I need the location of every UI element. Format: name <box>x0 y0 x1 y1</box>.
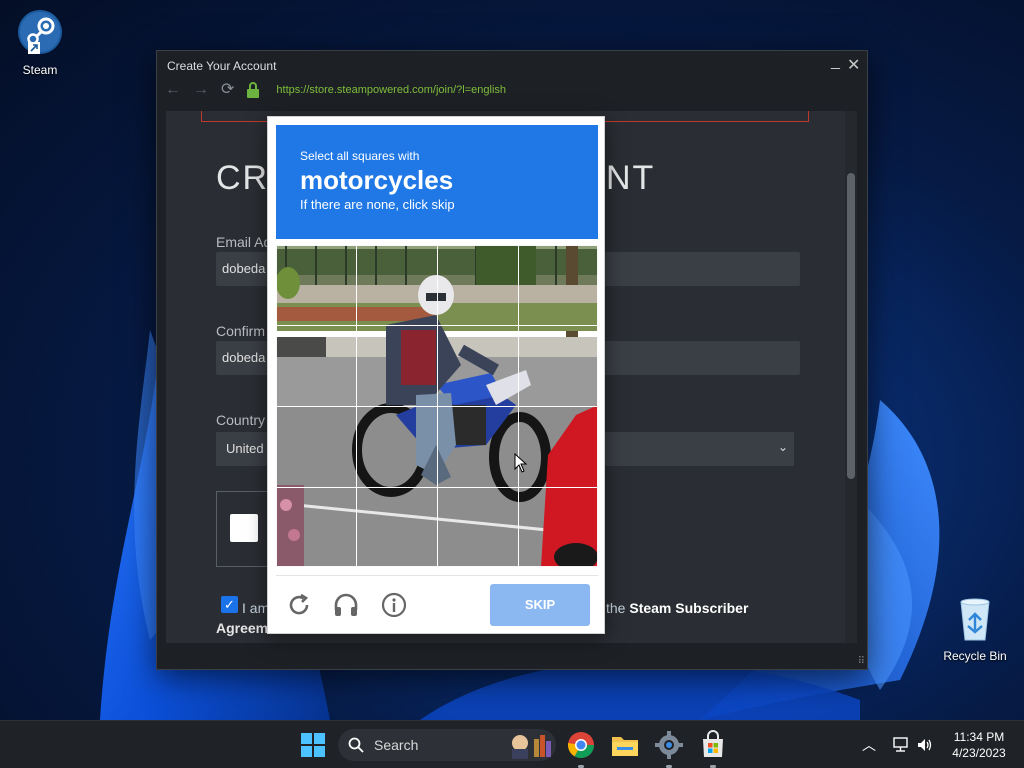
captcha-tile-1[interactable] <box>276 245 357 326</box>
tray-chevron-up-icon[interactable]: ︿ <box>862 735 876 755</box>
captcha-prompt: Select all squares with motorcycles If t… <box>276 125 598 239</box>
scrollbar[interactable] <box>845 111 857 643</box>
chrome-icon[interactable] <box>565 729 597 761</box>
captcha-challenge: Select all squares with motorcycles If t… <box>267 116 605 634</box>
captcha-tile-3[interactable] <box>437 245 519 326</box>
resize-grip-icon[interactable]: ⠿ <box>858 656 865 667</box>
agree-text-mid: the Steam Subscriber <box>606 600 748 616</box>
windows-start-icon[interactable] <box>297 729 329 761</box>
back-arrow-icon[interactable]: ← <box>165 82 181 98</box>
agree-checkbox[interactable]: ✓ <box>221 596 238 613</box>
captcha-tile-12[interactable] <box>518 406 598 488</box>
captcha-tile-16[interactable] <box>518 487 598 567</box>
captcha-tile-13[interactable] <box>276 487 357 567</box>
volume-icon[interactable] <box>916 736 934 754</box>
mouse-cursor-icon <box>514 453 528 473</box>
page-heading-right: NT <box>606 159 656 197</box>
captcha-tile-4[interactable] <box>518 245 598 326</box>
steam-icon-label: Steam <box>22 63 58 77</box>
forward-arrow-icon[interactable]: → <box>193 82 209 98</box>
file-explorer-icon[interactable] <box>609 729 641 761</box>
refresh-icon[interactable] <box>286 592 312 618</box>
browser-nav: ← → ⟳ https://store.steampowered.com/joi… <box>165 81 506 99</box>
country-label: Country <box>216 412 266 428</box>
recycle-bin-icon <box>960 598 990 641</box>
captcha-tile-5[interactable] <box>276 325 357 407</box>
captcha-image-grid <box>276 245 598 567</box>
agree-text-end[interactable]: Agreem <box>216 620 268 636</box>
desktop-recycle-bin[interactable]: Recycle Bin <box>935 596 1015 663</box>
settings-gear-icon[interactable] <box>653 729 685 761</box>
scrollbar-thumb[interactable] <box>847 173 855 479</box>
chevron-down-icon: ⌄ <box>777 440 788 454</box>
captcha-tile-2[interactable] <box>356 245 438 326</box>
window-title: Create Your Account <box>167 59 277 73</box>
minimize-button[interactable]: _ <box>831 53 840 71</box>
captcha-tile-11[interactable] <box>437 406 519 488</box>
captcha-tile-9[interactable] <box>276 406 357 488</box>
taskbar-clock[interactable]: 11:34 PM 4/23/2023 <box>944 729 1014 761</box>
captcha-tile-7[interactable] <box>437 325 519 407</box>
captcha-prompt-line: Select all squares with <box>300 149 420 163</box>
subscriber-agreement-link[interactable]: Steam Subscriber <box>629 600 748 616</box>
captcha-checkbox[interactable] <box>230 514 258 542</box>
headphones-icon[interactable] <box>333 592 359 618</box>
country-value: United <box>226 441 264 456</box>
desktop-steam-shortcut[interactable]: Steam <box>0 8 80 77</box>
info-icon[interactable] <box>381 592 407 618</box>
captcha-tile-10[interactable] <box>356 406 438 488</box>
taskbar: Search ︿ 11:34 PM 4/23/2023 <box>0 720 1024 768</box>
captcha-tile-14[interactable] <box>356 487 438 567</box>
lock-icon <box>247 82 260 98</box>
confirm-email-label: Confirm <box>216 323 266 339</box>
email-label: Email Ad <box>216 234 272 250</box>
search-highlight-icon <box>512 735 551 759</box>
steam-icon <box>18 10 62 54</box>
close-button[interactable]: ✕ <box>847 55 860 75</box>
recycle-bin-label: Recycle Bin <box>943 649 1007 663</box>
agree-text-the: the <box>606 600 626 616</box>
taskbar-search[interactable]: Search <box>338 729 556 761</box>
captcha-hint: If there are none, click skip <box>300 197 455 212</box>
skip-button[interactable]: SKIP <box>490 584 590 626</box>
captcha-tile-6[interactable] <box>356 325 438 407</box>
agree-text-start: I am <box>242 600 270 616</box>
network-icon[interactable] <box>892 736 910 754</box>
clock-date: 4/23/2023 <box>952 746 1006 760</box>
captcha-footer: SKIP <box>276 575 598 631</box>
reload-icon[interactable]: ⟳ <box>221 82 234 98</box>
search-icon <box>348 737 364 753</box>
captcha-tile-8[interactable] <box>518 325 598 407</box>
captcha-tile-15[interactable] <box>437 487 519 567</box>
captcha-target: motorcycles <box>300 165 454 195</box>
clock-time: 11:34 PM <box>953 730 1005 744</box>
captcha-widget <box>216 491 274 567</box>
search-label: Search <box>374 737 419 753</box>
url-bar[interactable]: https://store.steampowered.com/join/?l=e… <box>276 84 506 96</box>
microsoft-store-icon[interactable] <box>697 729 729 761</box>
